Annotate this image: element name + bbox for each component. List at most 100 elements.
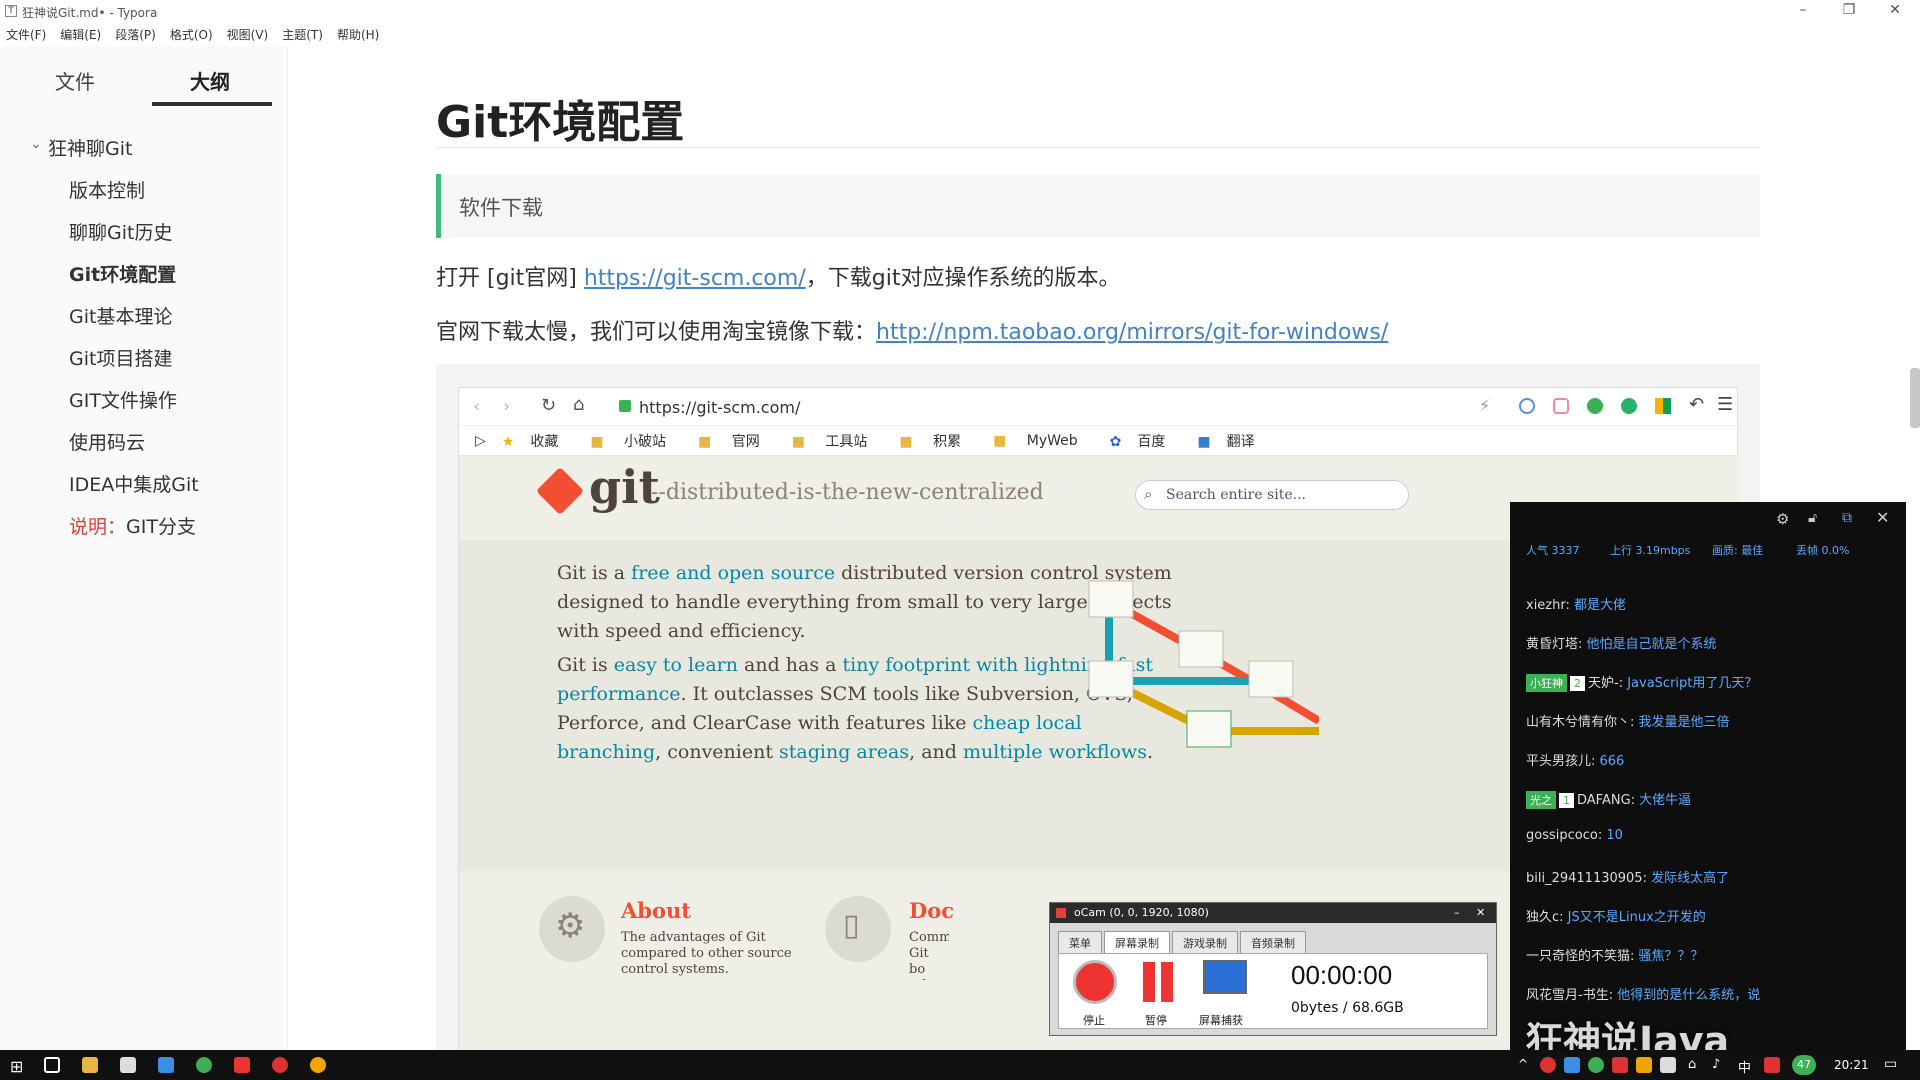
tray-app-icon[interactable] [1660,1057,1676,1073]
menu-theme[interactable]: 主题(T) [282,26,323,43]
git-scm-link[interactable]: https://git-scm.com/ [584,266,806,291]
tray-app-icon[interactable] [1564,1057,1580,1073]
home-icon[interactable]: ⌂ [573,394,584,415]
bookmark-translate[interactable]: ■ 翻译 [1197,431,1270,451]
easy-to-learn-link[interactable]: easy to learn [614,654,738,676]
pause-icon-bar-right[interactable] [1161,962,1173,1002]
extension-icon[interactable] [1519,398,1535,414]
taobao-mirror-link[interactable]: http://npm.taobao.org/mirrors/git-for-wi… [876,320,1388,345]
undo-icon[interactable]: ↶ [1689,394,1704,415]
screen-capture-icon[interactable] [1203,960,1247,994]
menu-paragraph[interactable]: 段落(P) [115,26,156,43]
store-icon[interactable] [158,1057,174,1073]
forward-icon[interactable]: › [503,396,510,417]
ocam-taskbar-icon[interactable] [234,1057,250,1073]
stop-label[interactable]: 停止 [1083,1012,1105,1028]
browser-taskbar-icon[interactable] [310,1057,326,1073]
menu-file[interactable]: 文件(F) [6,26,46,43]
documentation-title[interactable]: Doc [909,898,954,923]
outline-item[interactable]: IDEA中集成Git [69,470,199,497]
ocam-close-button[interactable]: ✕ [1476,903,1485,923]
windows-start-icon[interactable]: ⊞ [10,1057,23,1076]
menu-edit[interactable]: 编辑(E) [60,26,101,43]
clock[interactable]: 20:21 [1834,1058,1869,1072]
network-icon[interactable]: ⌂ [1688,1057,1696,1072]
menu-format[interactable]: 格式(O) [170,26,213,43]
staging-areas-link[interactable]: staging areas [779,741,909,763]
bookmark-baidu[interactable]: ✿ 百度 [1110,431,1182,451]
pause-icon-bar-left[interactable] [1143,962,1155,1002]
git-search-input[interactable]: ⌕ Search entire site... [1135,480,1409,510]
outline-root[interactable]: 狂神聊Git [48,134,132,161]
record-taskbar-icon[interactable] [272,1057,288,1073]
ocam-tab-menu[interactable]: 菜单 [1058,931,1102,953]
git-logo-icon[interactable] [535,466,585,516]
tray-chevron-icon[interactable]: ^ [1518,1057,1528,1071]
menu-view[interactable]: 视图(V) [227,26,269,43]
bookmark-folder[interactable]: ■ MyWeb [993,433,1094,449]
ime-indicator[interactable]: 中 [1738,1057,1751,1076]
tab-outline[interactable]: 大纲 [190,66,230,95]
lightning-icon[interactable]: ⚡ [1479,396,1490,415]
cat-extension-icon[interactable] [1553,398,1569,414]
chevron-down-icon[interactable]: ⌄ [30,136,42,152]
tray-app-icon[interactable] [1540,1057,1556,1073]
notification-icon[interactable]: ▭ [1884,1056,1897,1072]
close-button[interactable]: ✕ [1872,0,1918,22]
ocam-tab-audio-record[interactable]: 音频录制 [1240,931,1306,953]
tray-wechat-icon[interactable] [1588,1057,1604,1073]
notepad-icon[interactable] [120,1057,136,1073]
bookmark-folder[interactable]: ■ 小破站 [590,431,682,451]
bookmark-star[interactable]: ★ 收藏 [502,431,575,451]
ocam-titlebar[interactable]: oCam (0, 0, 1920, 1080) – ✕ [1050,903,1496,923]
tray-badge[interactable]: 47 [1792,1055,1816,1075]
editor-scrollbar[interactable] [1910,368,1920,428]
volume-icon[interactable]: ♪ [1712,1057,1720,1072]
tray-app-icon[interactable] [1764,1057,1780,1073]
wechat-icon[interactable] [196,1057,212,1073]
documentation-book-icon[interactable]: ▯ [825,896,891,962]
minimize-button[interactable]: – [1780,0,1826,22]
file-explorer-icon[interactable] [82,1057,98,1073]
tab-files[interactable]: 文件 [55,66,95,95]
lock-icon[interactable]: 🔓︎ [1808,510,1817,526]
back-icon[interactable]: ‹ [473,396,480,417]
tray-app-icon[interactable] [1612,1057,1628,1073]
bookmark-folder[interactable]: ■ 积累 [899,431,977,451]
bookmark-folder[interactable]: ■ 工具站 [792,431,884,451]
menu-icon[interactable]: ☰ [1717,394,1733,415]
pause-label[interactable]: 暂停 [1145,1012,1167,1028]
outline-item[interactable]: 聊聊Git历史 [69,218,172,245]
outline-item[interactable]: 版本控制 [69,176,145,203]
free-open-source-link[interactable]: free and open source [631,562,835,584]
ocam-tab-screen-record[interactable]: 屏幕录制 [1104,931,1170,953]
apps-icon[interactable] [1655,398,1671,414]
url-text[interactable]: https://git-scm.com/ [639,398,800,417]
settings-icon[interactable]: ⚙ [1776,510,1789,528]
close-chat-icon[interactable]: ✕ [1876,508,1889,527]
wechat-extension-icon[interactable] [1621,398,1637,414]
outline-item-note[interactable]: 说明：GIT分支 [69,512,196,539]
restore-button[interactable]: ❐ [1826,0,1872,22]
about-gear-icon[interactable]: ⚙ [539,896,605,962]
reload-icon[interactable]: ↻ [541,395,556,416]
outline-item[interactable]: Git项目搭建 [69,344,172,371]
stop-record-icon[interactable] [1073,960,1117,1004]
menu-help[interactable]: 帮助(H) [337,26,379,43]
ocam-tab-game-record[interactable]: 游戏录制 [1172,931,1238,953]
translate-extension-icon[interactable] [1587,398,1603,414]
tray-app-icon[interactable] [1636,1057,1652,1073]
git-logo-text[interactable]: git [589,460,660,514]
outline-item-active[interactable]: Git环境配置 [69,260,176,287]
bookmark-folder[interactable]: ■ 官网 [698,431,776,451]
screen-capture-label[interactable]: 屏幕捕获 [1199,1012,1243,1028]
sidebar-toggle-icon[interactable]: ▷ [475,433,486,449]
outline-item[interactable]: Git基本理论 [69,302,172,329]
task-view-icon[interactable] [44,1057,60,1073]
ocam-minimize-button[interactable]: – [1454,903,1460,923]
active-tab-indicator [152,102,272,106]
outline-item[interactable]: GIT文件操作 [69,386,177,413]
popout-icon[interactable]: ⧉ [1842,510,1852,526]
outline-item[interactable]: 使用码云 [69,428,145,455]
about-title[interactable]: About [621,898,691,923]
